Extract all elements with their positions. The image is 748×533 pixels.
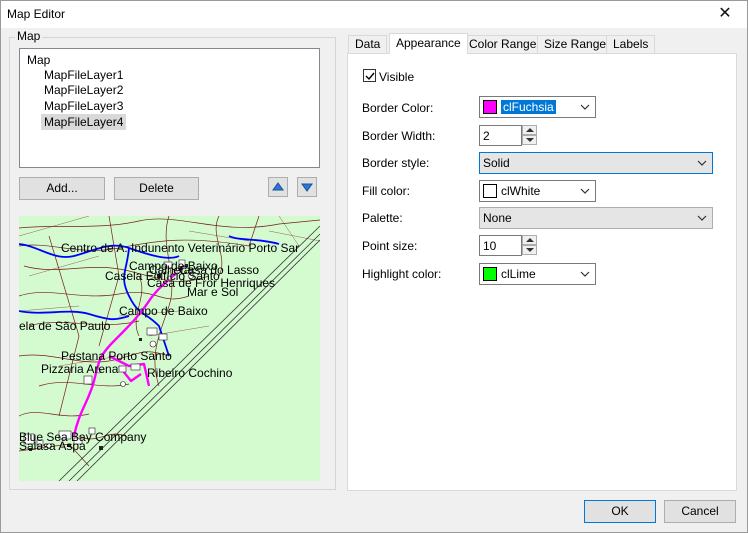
layer-tree[interactable]: Map MapFileLayer1 MapFileLayer2 MapFileL… [19,48,320,168]
map-label-7: Campo de Baixo [119,304,208,318]
arrow-up-icon [272,182,284,191]
spin-down-icon [526,138,534,142]
highlight-color-label: Highlight color: [362,267,442,281]
tree-item-layer1[interactable]: MapFileLayer1 [41,67,126,83]
border-width-spinner[interactable] [522,125,537,146]
map-label-13: Salasa Aspa [19,439,86,453]
fill-color-select[interactable]: clWhite [479,180,596,202]
tab-labels[interactable]: Labels [606,35,656,54]
ok-button[interactable]: OK [584,500,656,523]
point-size-label: Point size: [362,239,418,253]
spin-up-icon [526,238,534,242]
chevron-down-icon [697,215,707,221]
chevron-down-icon [697,160,707,166]
tab-data[interactable]: Data [348,35,388,54]
move-up-button[interactable] [268,177,288,197]
fuchsia-swatch [483,100,497,114]
border-width-down-button[interactable] [522,135,537,145]
palette-label: Palette: [362,211,403,225]
border-style-value: Solid [483,156,510,170]
title-bar: Map Editor ✕ [1,1,747,28]
tree-item-layer2[interactable]: MapFileLayer2 [41,82,126,98]
highlight-color-select[interactable]: clLime [479,263,596,285]
check-icon [365,72,375,81]
highlight-color-value: clLime [501,267,536,281]
add-button[interactable]: Add... [19,177,105,200]
close-button[interactable]: ✕ [703,1,747,28]
point-size-value: 10 [483,239,497,253]
map-preview[interactable]: Centro de A. Indunento Veterinário Porto… [19,216,320,481]
palette-select[interactable]: None [479,207,713,229]
spin-up-icon [526,128,534,132]
white-swatch [483,184,497,198]
border-width-label: Border Width: [362,129,436,143]
chevron-down-icon [580,271,590,277]
map-label-6: Mar e Sol [187,285,238,299]
border-color-value: clFuchsia [501,100,556,114]
move-down-button[interactable] [297,177,317,197]
map-label-8: ela de São Paulo [19,319,111,333]
chevron-down-icon [580,188,590,194]
map-label-10: Pizzaria Arena [41,362,119,376]
chevron-down-icon [580,104,590,110]
border-color-select[interactable]: clFuchsia [479,96,596,118]
point-size-spinner[interactable] [522,235,537,256]
point-size-down-button[interactable] [522,245,537,255]
arrow-down-icon [301,183,313,192]
fill-color-value: clWhite [501,184,541,198]
border-width-value: 2 [483,129,490,143]
delete-button[interactable]: Delete [114,177,199,200]
spin-down-icon [526,248,534,252]
palette-value: None [483,211,512,225]
tree-item-layer4[interactable]: MapFileLayer4 [41,114,127,130]
border-width-input[interactable]: 2 [479,125,522,146]
visible-checkbox[interactable] [363,69,376,82]
map-canvas: Centro de A. Indunento Veterinário Porto… [19,216,320,481]
visible-label: Visible [379,70,415,84]
border-style-select[interactable]: Solid [479,152,713,174]
fill-color-label: Fill color: [362,184,411,198]
map-label-9: Pestana Porto Santo [61,349,172,363]
cancel-button[interactable]: Cancel [664,500,736,523]
tab-appearance[interactable]: Appearance [389,33,468,54]
point-size-up-button[interactable] [522,235,537,245]
map-group-caption: Map [15,29,43,43]
lime-swatch [483,267,497,281]
border-width-up-button[interactable] [522,125,537,135]
tree-item-layer3[interactable]: MapFileLayer3 [41,98,126,114]
map-label-11: Ribeiro Cochino [147,366,233,380]
point-size-input[interactable]: 10 [479,235,522,256]
window-title: Map Editor [7,7,66,21]
tree-root-map[interactable]: Map [24,52,53,68]
border-color-label: Border Color: [362,101,434,115]
border-style-label: Border style: [362,156,430,170]
map-label-0: Centro de A. Indunento Veterinário Porto… [61,241,299,255]
